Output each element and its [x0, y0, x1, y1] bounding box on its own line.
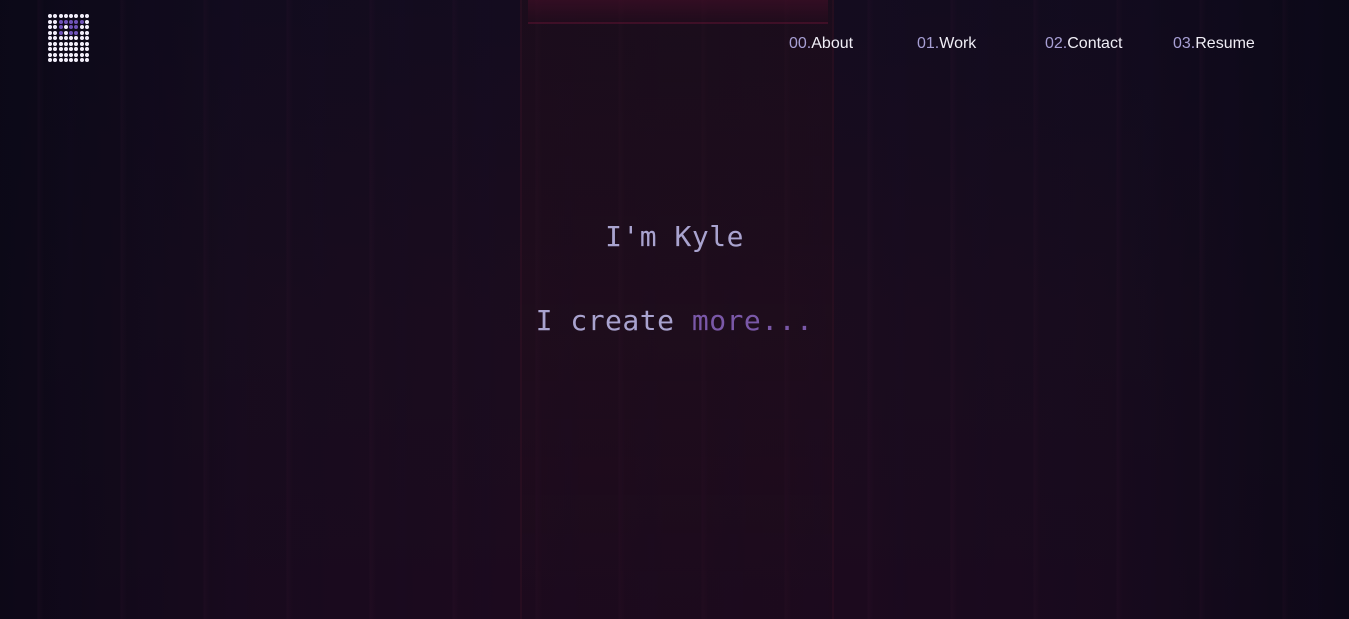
- hero-name: I'm Kyle: [605, 220, 744, 253]
- logo-dot: [58, 19, 63, 24]
- nav-item-label: Work: [939, 35, 977, 52]
- logo-dot: [74, 25, 79, 29]
- nav-item-number: 03.: [1173, 35, 1196, 52]
- logo-dot: [74, 58, 79, 62]
- nav-item-work[interactable]: 01.Work: [917, 35, 976, 53]
- logo-dot: [53, 58, 58, 62]
- logo-dot: [79, 14, 84, 18]
- logo-dot: [79, 58, 84, 62]
- logo-dot: [53, 14, 58, 18]
- page: 00.About 01.Work 02.Contact 03.Resume I'…: [0, 0, 1349, 619]
- logo-dot: [79, 19, 84, 24]
- logo-dot: [48, 19, 52, 24]
- logo-dot: [53, 19, 58, 24]
- logo-dot: [58, 58, 63, 62]
- logo-dot: [69, 25, 74, 29]
- logo-dot: [85, 14, 90, 18]
- logo-dot: [79, 25, 84, 29]
- logo-dot: [48, 58, 52, 62]
- logo-dot: [63, 19, 68, 24]
- nav-item-label: About: [811, 35, 854, 52]
- nav-item-label: Contact: [1067, 35, 1123, 52]
- nav-item-about[interactable]: 00.About: [789, 35, 853, 53]
- logo-dot: [63, 30, 68, 35]
- hero-tagline: I create more...: [0, 304, 1349, 337]
- nav-item-label: Resume: [1195, 35, 1255, 52]
- nav-item-resume[interactable]: 03.Resume: [1173, 35, 1255, 53]
- hero-tagline-accent: more...: [691, 304, 814, 337]
- logo-dot: [69, 30, 74, 35]
- logo-dot: [48, 25, 52, 29]
- logo-dot: [85, 19, 90, 24]
- nav-item-number: 00.: [789, 35, 812, 52]
- nav-item-contact[interactable]: 02.Contact: [1045, 35, 1122, 53]
- logo-dot: [53, 30, 58, 35]
- logo-dot: [85, 58, 90, 62]
- top-nav: 00.About 01.Work 02.Contact 03.Resume: [0, 35, 1349, 57]
- logo-dot: [53, 25, 58, 29]
- nav-item-number: 01.: [917, 35, 940, 52]
- logo-dot: [74, 30, 79, 35]
- logo-dot: [69, 58, 74, 62]
- nav-item-number: 02.: [1045, 35, 1068, 52]
- logo-dot: [58, 25, 63, 29]
- logo-dot: [63, 25, 68, 29]
- logo-dot: [63, 14, 68, 18]
- logo-dot: [74, 14, 79, 18]
- logo-dot: [58, 30, 63, 35]
- logo-dot: [69, 19, 74, 24]
- logo-dot: [63, 58, 68, 62]
- logo-dot: [74, 19, 79, 24]
- background-door-frame: [528, 0, 828, 24]
- logo-dot: [85, 25, 90, 29]
- logo-dot: [58, 14, 63, 18]
- logo-dot: [85, 30, 90, 35]
- logo-dot: [79, 30, 84, 35]
- logo-dot: [69, 14, 74, 18]
- hero-tagline-prefix: I create: [535, 304, 692, 337]
- logo-dot: [48, 30, 52, 35]
- logo-dot: [48, 14, 52, 18]
